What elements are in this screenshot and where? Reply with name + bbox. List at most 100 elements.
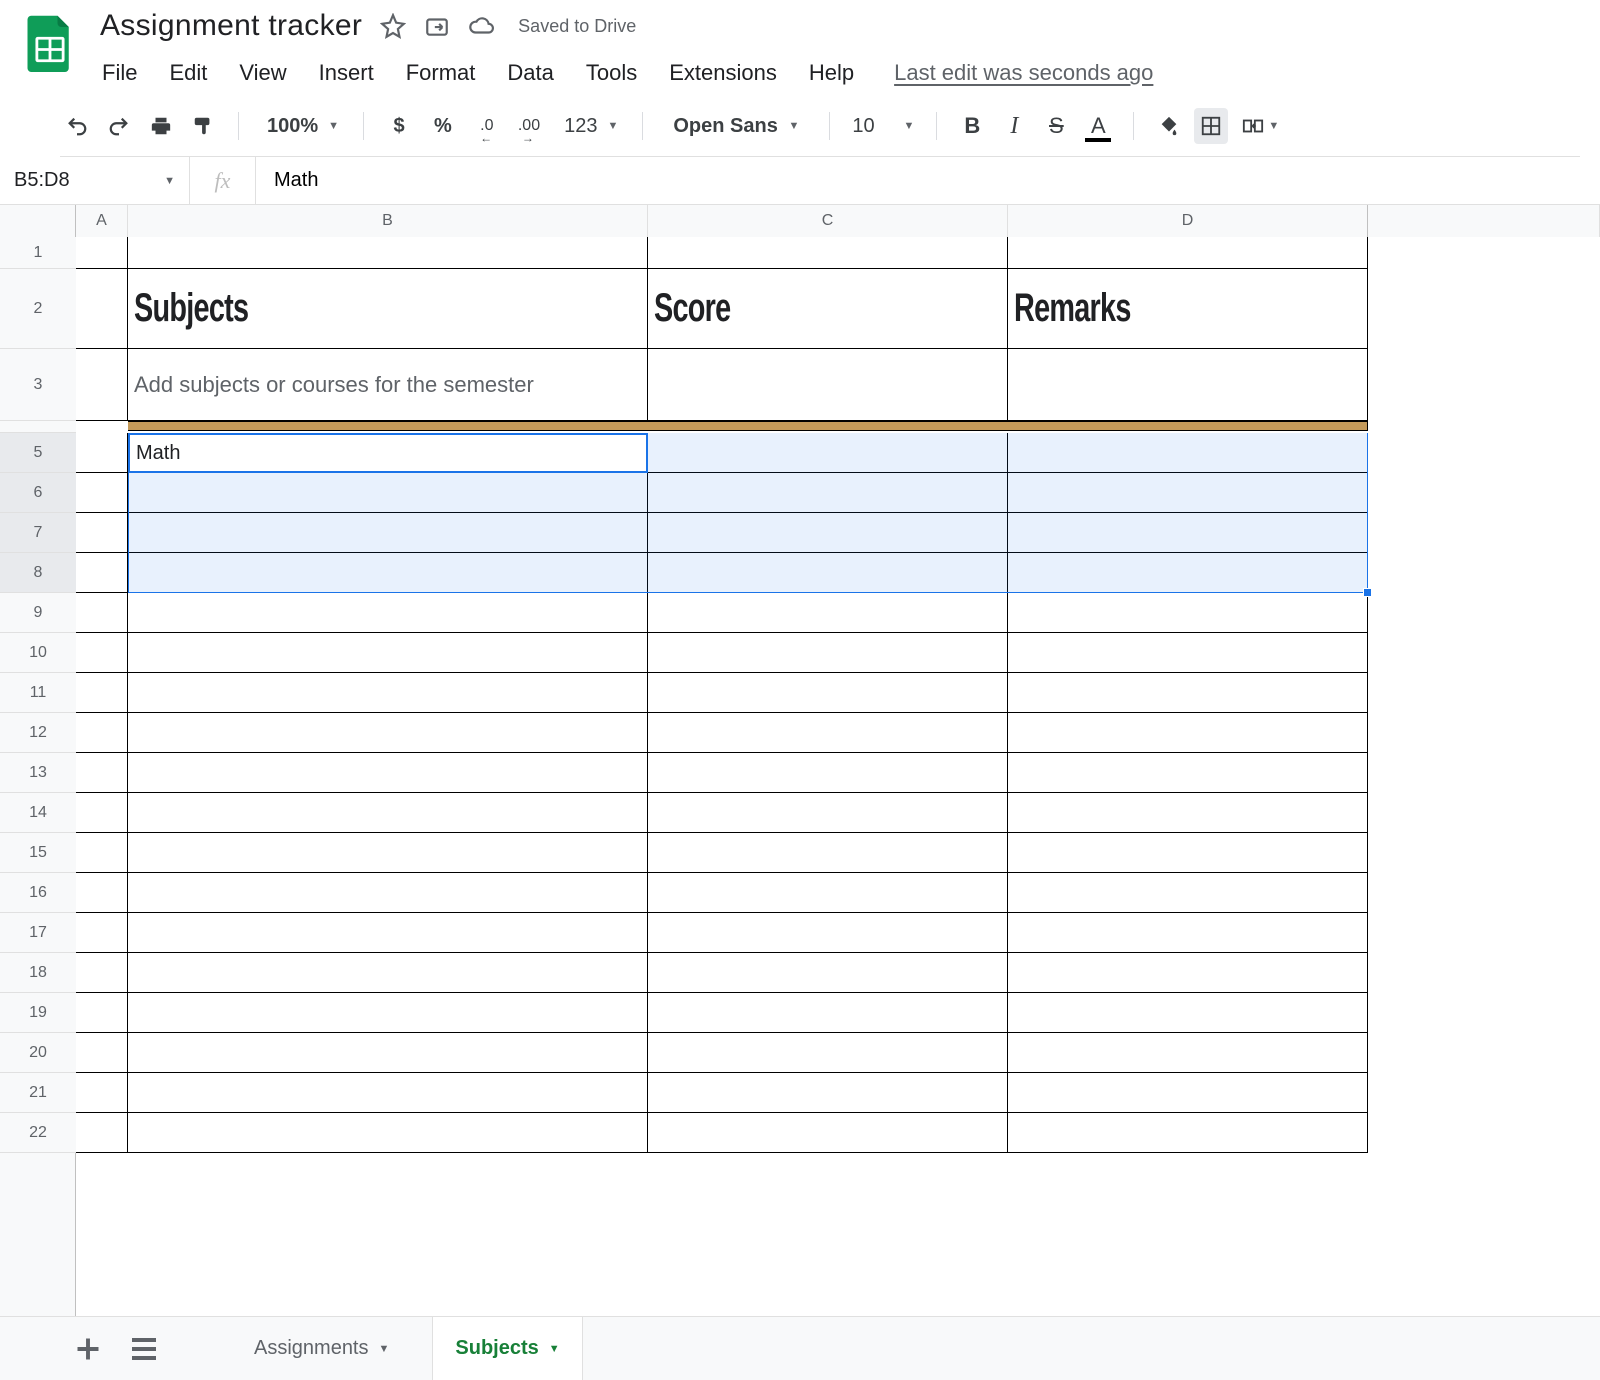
row-header-12[interactable]: 12 — [0, 713, 76, 753]
cell-C20[interactable] — [648, 1033, 1008, 1073]
cell-B3[interactable]: Add subjects or courses for the semester — [128, 349, 648, 421]
print-button[interactable] — [144, 108, 178, 144]
cell-A1[interactable] — [76, 237, 128, 269]
cell-D13[interactable] — [1008, 753, 1368, 793]
undo-button[interactable] — [60, 108, 94, 144]
cell-B10[interactable] — [128, 633, 648, 673]
cell-B21[interactable] — [128, 1073, 648, 1113]
col-header-B[interactable]: B — [128, 205, 648, 237]
cell-A2[interactable] — [76, 269, 128, 349]
more-formats-button[interactable]: 123▼ — [554, 108, 624, 144]
cell-C22[interactable] — [648, 1113, 1008, 1153]
cell-C1[interactable] — [648, 237, 1008, 269]
cell-C5[interactable] — [648, 433, 1008, 473]
name-box-dropdown-icon[interactable]: ▼ — [164, 175, 175, 187]
cell-C18[interactable] — [648, 953, 1008, 993]
cell-A16[interactable] — [76, 873, 128, 913]
add-sheet-button[interactable] — [70, 1331, 106, 1367]
zoom-select[interactable]: 100%▼ — [257, 108, 345, 144]
sheet-tab-subjects[interactable]: Subjects ▼ — [432, 1317, 582, 1380]
cell-A6[interactable] — [76, 473, 128, 513]
cell-D17[interactable] — [1008, 913, 1368, 953]
cell-A18[interactable] — [76, 953, 128, 993]
sheet-tab-menu-icon[interactable]: ▼ — [549, 1343, 560, 1355]
text-color-button[interactable]: A — [1081, 108, 1115, 144]
row-header-8[interactable]: 8 — [0, 553, 76, 593]
cell-B11[interactable] — [128, 673, 648, 713]
cell-A5[interactable] — [76, 433, 128, 473]
cells-area[interactable]: Subjects Score Remarks Add subjects or c… — [76, 237, 1600, 1316]
strikethrough-button[interactable]: S — [1039, 108, 1073, 144]
cell-A8[interactable] — [76, 553, 128, 593]
cell-C12[interactable] — [648, 713, 1008, 753]
row-header-4-hidden[interactable] — [0, 421, 76, 433]
fill-color-button[interactable] — [1152, 108, 1186, 144]
cell-C3[interactable] — [648, 349, 1008, 421]
cell-B18[interactable] — [128, 953, 648, 993]
cell-A13[interactable] — [76, 753, 128, 793]
cell-A14[interactable] — [76, 793, 128, 833]
menu-insert[interactable]: Insert — [317, 56, 376, 90]
row-header-13[interactable]: 13 — [0, 753, 76, 793]
row-header-5[interactable]: 5 — [0, 433, 76, 473]
borders-button[interactable] — [1194, 108, 1228, 144]
col-header-C[interactable]: C — [648, 205, 1008, 237]
cell-A20[interactable] — [76, 1033, 128, 1073]
cell-D10[interactable] — [1008, 633, 1368, 673]
row-header-19[interactable]: 19 — [0, 993, 76, 1033]
cell-C17[interactable] — [648, 913, 1008, 953]
row-header-15[interactable]: 15 — [0, 833, 76, 873]
decrease-decimal-button[interactable]: .0← — [470, 108, 504, 144]
row-header-20[interactable]: 20 — [0, 1033, 76, 1073]
cell-D9[interactable] — [1008, 593, 1368, 633]
cell-B22[interactable] — [128, 1113, 648, 1153]
cell-C14[interactable] — [648, 793, 1008, 833]
italic-button[interactable]: I — [997, 108, 1031, 144]
cell-D3[interactable] — [1008, 349, 1368, 421]
row-header-7[interactable]: 7 — [0, 513, 76, 553]
cell-D11[interactable] — [1008, 673, 1368, 713]
cell-D21[interactable] — [1008, 1073, 1368, 1113]
cell-C8[interactable] — [648, 553, 1008, 593]
cell-D15[interactable] — [1008, 833, 1368, 873]
cell-A17[interactable] — [76, 913, 128, 953]
cell-C2[interactable]: Score — [648, 269, 1008, 349]
font-family-select[interactable]: Open Sans▼ — [661, 108, 811, 144]
cell-A9[interactable] — [76, 593, 128, 633]
cloud-saved-icon[interactable] — [468, 13, 494, 39]
cell-C16[interactable] — [648, 873, 1008, 913]
cell-C13[interactable] — [648, 753, 1008, 793]
row-header-9[interactable]: 9 — [0, 593, 76, 633]
menu-edit[interactable]: Edit — [167, 56, 209, 90]
menu-help[interactable]: Help — [807, 56, 856, 90]
cell-D6[interactable] — [1008, 473, 1368, 513]
col-header-A[interactable]: A — [76, 205, 128, 237]
cell-B2[interactable]: Subjects — [128, 269, 648, 349]
name-box[interactable]: B5:D8 ▼ — [0, 157, 190, 204]
cell-B20[interactable] — [128, 1033, 648, 1073]
cell-B19[interactable] — [128, 993, 648, 1033]
cell-C7[interactable] — [648, 513, 1008, 553]
cell-D5[interactable] — [1008, 433, 1368, 473]
spreadsheet-grid[interactable]: A B C D 1 2 3 5 6 7 8 9 10 11 12 13 14 1… — [0, 205, 1600, 1316]
cell-A19[interactable] — [76, 993, 128, 1033]
formula-input[interactable]: Math — [256, 169, 1600, 192]
cell-A12[interactable] — [76, 713, 128, 753]
cell-C11[interactable] — [648, 673, 1008, 713]
cell-D19[interactable] — [1008, 993, 1368, 1033]
col-header-D[interactable]: D — [1008, 205, 1368, 237]
menu-file[interactable]: File — [100, 56, 139, 90]
format-currency-button[interactable]: $ — [382, 108, 416, 144]
cell-A11[interactable] — [76, 673, 128, 713]
cell-B12[interactable] — [128, 713, 648, 753]
cell-C10[interactable] — [648, 633, 1008, 673]
last-edit-link[interactable]: Last edit was seconds ago — [894, 60, 1153, 86]
row-header-3[interactable]: 3 — [0, 349, 76, 421]
row-header-16[interactable]: 16 — [0, 873, 76, 913]
merge-cells-button[interactable]: ▼ — [1236, 108, 1285, 144]
cell-B1[interactable] — [128, 237, 648, 269]
row-header-1[interactable]: 1 — [0, 237, 76, 269]
cell-B8[interactable] — [128, 553, 648, 593]
select-all-corner[interactable] — [0, 205, 76, 237]
sheets-logo-icon[interactable] — [20, 12, 80, 72]
